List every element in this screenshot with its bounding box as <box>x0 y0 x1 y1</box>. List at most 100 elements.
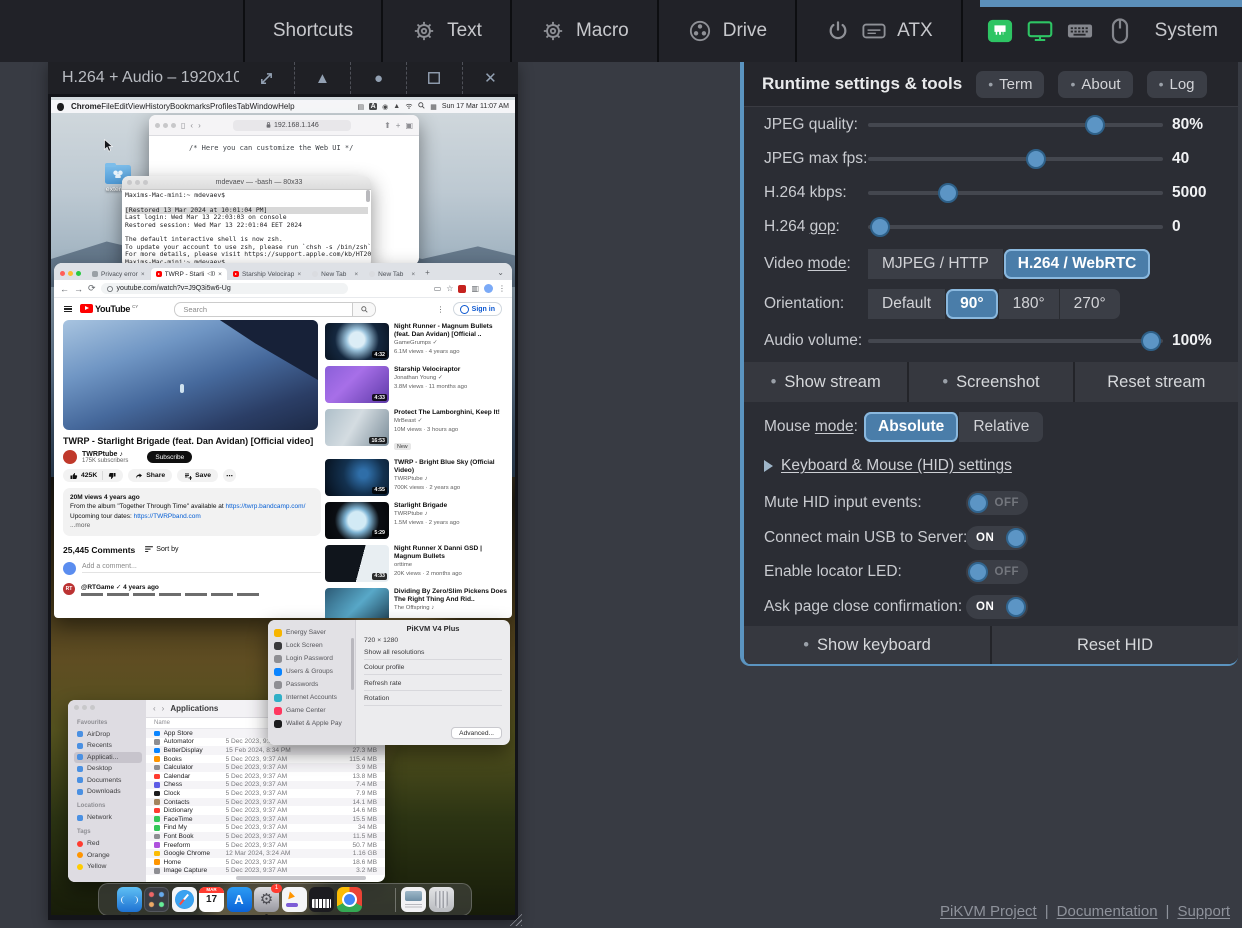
related-video-item: 4:32 Night Runner - Magnum Bullets (feat… <box>325 323 509 360</box>
stream-fullscreen-button[interactable] <box>406 62 462 94</box>
menu-system[interactable]: System <box>1155 20 1218 42</box>
file-name: Automator <box>164 738 226 745</box>
stream-action-button[interactable]: •Screenshot <box>909 362 1072 402</box>
hid-action-button[interactable]: Reset HID <box>992 626 1238 664</box>
stream-expand-button[interactable] <box>239 62 294 94</box>
finder-sidebar-item: Applicati... <box>74 752 142 764</box>
stream-detach-button[interactable]: ● <box>350 62 406 94</box>
toggle-switch[interactable]: ON <box>966 526 1028 550</box>
toggle-switch[interactable]: ON <box>966 595 1028 619</box>
help-link[interactable]: mode <box>808 255 847 272</box>
file-icon <box>154 842 160 848</box>
related-video-channel: TWRPtube ♪ <box>394 476 509 483</box>
file-date: 5 Dec 2023, 9:37 AM <box>226 790 318 797</box>
settings-sidebar-item: Energy Saver <box>274 626 351 639</box>
stream-action-button[interactable]: Reset stream <box>1075 362 1238 402</box>
mouse-mode-option[interactable]: Relative <box>959 412 1043 442</box>
settings-item-label: Lock Screen <box>286 642 323 649</box>
panel-header-button[interactable]: •About <box>1058 71 1132 98</box>
file-name: Freeform <box>164 842 226 849</box>
thumbs-down-icon <box>108 472 116 480</box>
file-date: 5 Dec 2023, 9:37 AM <box>226 799 318 806</box>
finder-file-list: App Store Automator 5 Dec 2023, 9:37 AM <box>146 729 385 882</box>
safari-tabs-icon: ▣ <box>405 121 413 130</box>
file-date: 12 Mar 2024, 3:24 AM <box>226 850 318 857</box>
orientation-option[interactable]: 90° <box>946 289 998 319</box>
settings-item-label: Energy Saver <box>286 629 326 636</box>
safari-newtab-icon: + <box>396 121 401 130</box>
toggle-switch[interactable]: OFF <box>966 491 1028 515</box>
slider-value: 80% <box>1172 116 1203 134</box>
stream-close-button[interactable]: ✕ <box>462 62 518 94</box>
audio-volume-label: Audio volume: <box>764 332 862 350</box>
menu-shortcuts[interactable]: Shortcuts <box>243 0 381 62</box>
channel-avatar <box>63 450 77 464</box>
help-link[interactable]: mode <box>815 418 854 435</box>
slider-knob[interactable] <box>938 183 958 203</box>
documentation-link[interactable]: Documentation <box>1057 903 1158 920</box>
related-video-channel: orttime <box>394 562 509 569</box>
share-button: Share <box>128 469 172 482</box>
chrome-menu-icon: ⋮ <box>498 284 506 293</box>
slider-knob[interactable] <box>1141 331 1161 351</box>
orientation-option[interactable]: 270° <box>1060 289 1120 319</box>
related-video-views: 3.8M views · 11 months ago <box>394 384 509 391</box>
pikvm-project-link[interactable]: PiKVM Project <box>940 903 1037 920</box>
video-duration: 4:55 <box>372 487 387 494</box>
slider-knob[interactable] <box>1085 115 1105 135</box>
mouse-mode-option[interactable]: Absolute <box>864 412 959 442</box>
slider-track[interactable] <box>868 225 1163 229</box>
toggle-switch[interactable]: OFF <box>966 560 1028 584</box>
video-mode-option[interactable]: MJPEG / HTTP <box>868 249 1004 279</box>
stream-action-button[interactable]: •Show stream <box>744 362 907 402</box>
stream-collapse-button[interactable]: ▲ <box>294 62 350 94</box>
finder-file-row: Image Capture 5 Dec 2023, 9:37 AM 3.2 MB <box>146 867 385 876</box>
status-dot: • <box>988 77 993 91</box>
hid-action-button[interactable]: •Show keyboard <box>744 626 990 664</box>
settings-item-icon <box>274 681 282 689</box>
menu-text[interactable]: Text <box>381 0 510 62</box>
finder-file-row: Google Chrome 12 Mar 2024, 3:24 AM 1.16 … <box>146 849 385 858</box>
menu-macro[interactable]: Macro <box>510 0 657 62</box>
panel-header-button[interactable]: •Term <box>976 71 1044 98</box>
file-date: 5 Dec 2023, 9:37 AM <box>226 859 318 866</box>
orientation-option[interactable]: Default <box>868 289 946 319</box>
menu-drive[interactable]: Drive <box>657 0 795 62</box>
slider-knob[interactable] <box>870 217 890 237</box>
panel-header-button[interactable]: •Log <box>1147 71 1207 98</box>
file-name: Home <box>164 859 226 866</box>
add-comment-row: Add a comment... <box>63 562 321 575</box>
toggle-row: Ask page close confirmation: ON <box>744 590 1238 625</box>
youtube-logo: YouTube CY <box>80 304 138 314</box>
settings-item-icon <box>274 655 282 663</box>
stream-window-titlebar[interactable]: H.264 + Audio – 1920x10 ▲ ● ✕ <box>48 62 518 94</box>
record-icon: ◉ <box>382 103 388 111</box>
remote-menubar-item: File <box>101 102 114 111</box>
slider-value: 0 <box>1172 218 1181 236</box>
slider-track[interactable] <box>868 157 1163 161</box>
help-link[interactable]: gop <box>810 218 836 235</box>
slider-knob[interactable] <box>1026 149 1046 169</box>
slider-track[interactable] <box>868 191 1163 195</box>
menu-atx[interactable]: ATX <box>795 0 961 62</box>
related-video-title: TWRP - Bright Blue Sky (Official Video) <box>394 459 509 475</box>
hid-settings-link[interactable]: Keyboard & Mouse (HID) settings <box>764 457 1012 475</box>
video-mode-option[interactable]: H.264 / WebRTC <box>1004 249 1151 279</box>
tab-favicon <box>156 271 162 277</box>
safari-address-bar: 192.168.1.146 <box>233 120 351 131</box>
remote-menubar-item: Window <box>250 102 278 111</box>
comment-text-clipped <box>81 593 261 596</box>
finder-file-row: Home 5 Dec 2023, 9:37 AM 18.6 MB <box>146 858 385 867</box>
sidebar-item-label: Applicati... <box>87 754 118 761</box>
orientation-label: Orientation: <box>764 295 844 313</box>
settings-content: PiKVM V4 Plus 720 × 1280 Show all resolu… <box>356 620 510 745</box>
chrome-dock-icon <box>337 887 362 912</box>
hid-settings-link-label: Keyboard & Mouse (HID) settings <box>781 457 1012 475</box>
support-link[interactable]: Support <box>1177 903 1230 920</box>
sidebar-item-icon <box>77 815 83 821</box>
slider-track[interactable] <box>868 123 1163 127</box>
orientation-option[interactable]: 180° <box>999 289 1060 319</box>
slider-track[interactable] <box>868 339 1163 343</box>
stream-video[interactable]: ChromeFileEditViewHistoryBookmarksProfil… <box>51 97 515 915</box>
midi-keyboard-dock-icon <box>309 887 334 912</box>
